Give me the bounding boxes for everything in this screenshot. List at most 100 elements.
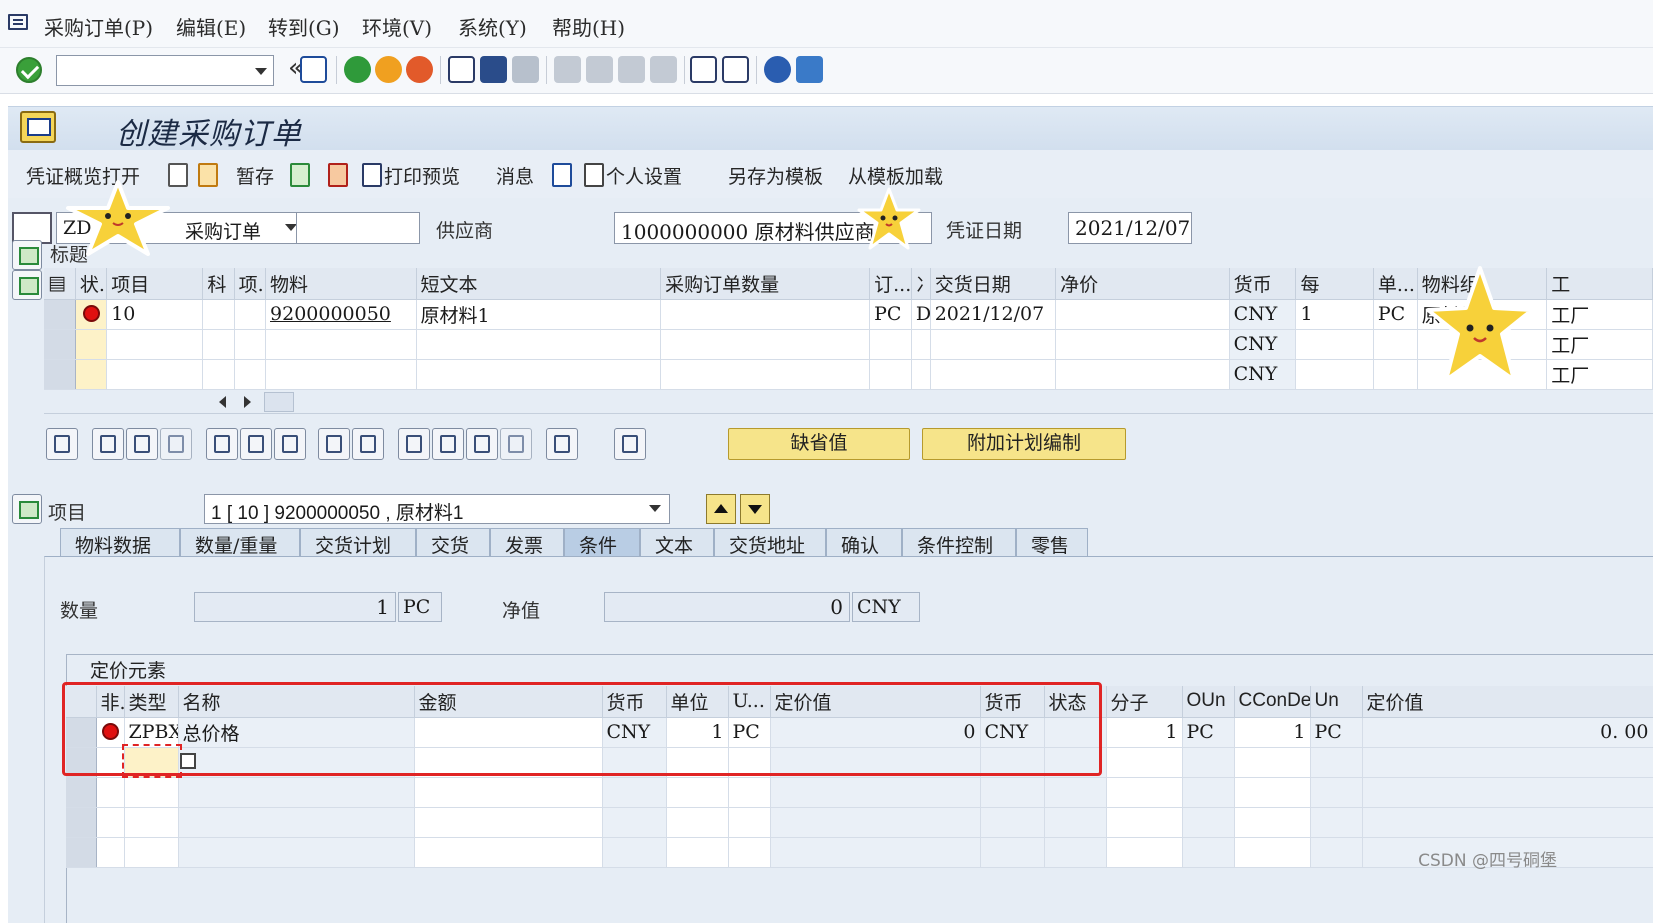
column-header[interactable]: 交货日期	[930, 268, 1057, 300]
tab-retail[interactable]: 零售	[1016, 528, 1088, 558]
tab-delivery[interactable]: 交货	[416, 528, 490, 558]
hold-button[interactable]: 暂存	[236, 162, 274, 189]
column-header[interactable]: 货币	[980, 686, 1045, 718]
expand-items-icon[interactable]	[12, 270, 42, 300]
row-selector[interactable]	[66, 777, 97, 808]
column-header[interactable]: CConDe	[1234, 686, 1311, 718]
sort-ascending-icon[interactable]	[398, 428, 430, 460]
net-price-cell[interactable]	[1055, 359, 1230, 390]
price-unit-cell[interactable]	[1295, 329, 1374, 360]
pricing-unit-cell[interactable]	[666, 747, 729, 778]
column-header[interactable]: 物料	[265, 268, 417, 300]
currency-cell[interactable]	[602, 837, 667, 868]
plant-cell[interactable]: 工厂	[1546, 359, 1653, 390]
row-selector[interactable]	[44, 359, 76, 390]
plant-cell[interactable]: 工厂	[1546, 329, 1653, 360]
print-icon[interactable]	[448, 56, 475, 83]
column-header[interactable]: 工	[1546, 268, 1653, 300]
row-selector[interactable]	[44, 299, 76, 330]
tab-quantity-weight[interactable]: 数量/重量	[180, 528, 300, 558]
tab-invoice[interactable]: 发票	[490, 528, 564, 558]
expand-header-icon[interactable]	[12, 240, 42, 270]
column-header[interactable]: 定价值	[1362, 686, 1653, 718]
tab-texts[interactable]: 文本	[640, 528, 714, 558]
numerator-cell[interactable]	[1106, 807, 1183, 838]
column-header[interactable]: 状.	[75, 268, 108, 300]
numerator-cell[interactable]	[1106, 747, 1183, 778]
material-group-cell[interactable]: 原材料-czc	[1417, 299, 1548, 330]
delete-row-icon[interactable]	[206, 428, 238, 460]
select-block-icon[interactable]	[352, 428, 384, 460]
cancel-icon[interactable]	[406, 56, 433, 83]
uom-cell[interactable]	[728, 747, 771, 778]
help-icon[interactable]	[764, 56, 791, 83]
column-header[interactable]: 物料组	[1417, 268, 1548, 300]
column-header[interactable]: 名称	[178, 686, 415, 718]
last-page-icon[interactable]	[650, 56, 677, 83]
tab-delivery-address[interactable]: 交货地址	[714, 528, 826, 558]
row-selector[interactable]	[44, 329, 76, 360]
net-price-cell[interactable]	[1055, 299, 1230, 330]
currency-cell[interactable]: CNY	[1229, 299, 1297, 330]
item-cell[interactable]: 10	[106, 299, 204, 330]
date-category-cell[interactable]	[911, 359, 931, 390]
order-unit-cell[interactable]	[869, 329, 912, 360]
uom-cell[interactable]	[728, 777, 771, 808]
item-cell[interactable]	[106, 359, 204, 390]
menu-system[interactable]: 系统(Y)	[458, 12, 527, 41]
check-icon[interactable]	[290, 163, 310, 187]
amount-cell[interactable]	[414, 717, 603, 748]
item-category-cell[interactable]	[234, 329, 267, 360]
column-header[interactable]: 分子	[1106, 686, 1183, 718]
personal-settings-icon[interactable]	[584, 163, 604, 187]
condition-type-cell[interactable]: ZPBX	[124, 717, 179, 748]
unlock-icon[interactable]	[274, 428, 306, 460]
next-page-icon[interactable]	[618, 56, 645, 83]
column-header[interactable]: 净价	[1055, 268, 1230, 300]
pricing-unit-cell[interactable]	[666, 807, 729, 838]
column-header[interactable]: 非.	[96, 686, 125, 718]
tab-delivery-schedule[interactable]: 交货计划	[300, 528, 416, 558]
price-unit-cell[interactable]	[1295, 359, 1374, 390]
scroll-right-icon[interactable]	[244, 396, 251, 408]
remove-filter-icon[interactable]	[500, 428, 532, 460]
next-item-button[interactable]	[740, 494, 770, 524]
amount-cell[interactable]	[414, 777, 603, 808]
currency-cell[interactable]: CNY	[1229, 359, 1297, 390]
row-selector[interactable]	[66, 747, 97, 778]
menu-goto[interactable]: 转到(G)	[268, 12, 340, 41]
uom-cell[interactable]	[728, 837, 771, 868]
column-header[interactable]: 每	[1295, 268, 1374, 300]
row-selector[interactable]	[66, 837, 97, 868]
table-row[interactable]	[66, 837, 1653, 868]
column-header[interactable]: 采购订单数量	[660, 268, 871, 300]
scroll-left-icon[interactable]	[219, 396, 226, 408]
condition-type-cell[interactable]	[124, 777, 179, 808]
conversion-denominator-cell[interactable]	[1234, 837, 1311, 868]
expand-item-detail-icon[interactable]	[12, 494, 42, 524]
new-document-icon[interactable]	[168, 163, 188, 187]
find-next-icon[interactable]	[512, 56, 539, 83]
copy-document-icon[interactable]	[198, 163, 218, 187]
row-selector[interactable]	[66, 717, 97, 748]
column-header[interactable]: 冫	[911, 268, 931, 300]
short-text-cell[interactable]	[416, 359, 662, 390]
amount-cell[interactable]	[414, 837, 603, 868]
shortcut-icon[interactable]	[722, 56, 749, 83]
delivery-date-cell[interactable]: 2021/12/07	[930, 299, 1057, 330]
details-icon[interactable]	[46, 428, 78, 460]
plant-cell[interactable]: 工厂	[1546, 299, 1653, 330]
column-header[interactable]: 金额	[414, 686, 603, 718]
uom-cell[interactable]	[728, 807, 771, 838]
currency-cell[interactable]	[602, 807, 667, 838]
info-icon[interactable]	[552, 163, 572, 187]
enter-check-icon[interactable]	[16, 57, 42, 83]
notes-icon[interactable]	[614, 428, 646, 460]
pricing-unit-cell[interactable]	[666, 777, 729, 808]
short-text-cell[interactable]	[416, 329, 662, 360]
menu-help[interactable]: 帮助(H)	[552, 12, 625, 41]
column-header[interactable]: 货币	[602, 686, 667, 718]
short-text-cell[interactable]: 原材料1	[416, 299, 662, 330]
item-selector[interactable]: 1 [ 10 ] 9200000050 , 原材料1	[204, 494, 670, 524]
pricing-unit-cell[interactable]: 1	[666, 717, 729, 748]
